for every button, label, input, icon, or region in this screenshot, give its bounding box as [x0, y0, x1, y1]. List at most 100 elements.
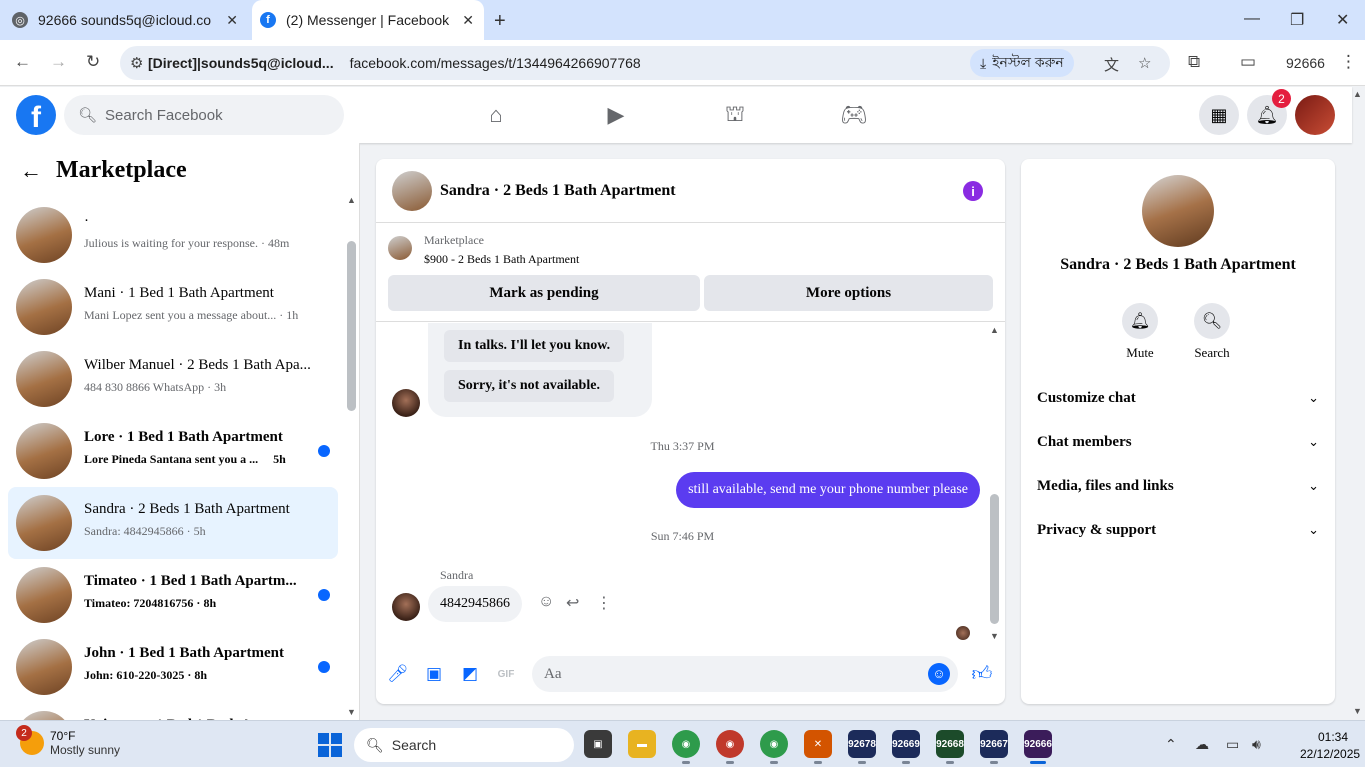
facebook-logo[interactable]: f [16, 95, 56, 135]
chevron-up-icon[interactable]: ⌃ [1165, 736, 1177, 753]
profile-label[interactable]: 92666 [1286, 55, 1325, 71]
quick-reply-button[interactable]: Sorry, it's not available. [444, 370, 614, 402]
contact-avatar[interactable] [392, 593, 420, 621]
message-timestamp: Thu 3:37 PM [650, 439, 715, 453]
message-thread: In talks. I'll let you know. Sorry, it's… [376, 323, 1005, 643]
close-tab-icon[interactable]: ✕ [462, 12, 474, 29]
chrome-icon[interactable]: ◉ [672, 730, 700, 758]
bell-icon: 🔔︎ [1255, 104, 1279, 125]
sticker-icon[interactable]: ◩ [459, 663, 481, 685]
browser-instance-icon[interactable]: 92666 [1024, 730, 1052, 758]
marketplace-icon[interactable]: ⛫ [721, 101, 749, 129]
privacy-support-section[interactable]: Privacy & support ⌄ [1037, 515, 1319, 545]
network-icon[interactable]: ▭ [1226, 736, 1239, 753]
browser-instance-icon[interactable]: 92678 [848, 730, 876, 758]
message-composer: 🎤︎ ▣ ◩ GIF Aa ☺ 👍︎ [376, 653, 1005, 695]
chat-members-section[interactable]: Chat members ⌄ [1037, 427, 1319, 457]
account-avatar[interactable] [1295, 95, 1335, 135]
quick-reply-button[interactable]: In talks. I'll let you know. [444, 330, 625, 362]
menu-grid-button[interactable]: ▦ [1199, 95, 1239, 135]
bookmark-star-icon[interactable]: ☆ [1138, 54, 1151, 72]
browser-instance-icon[interactable]: 92668 [936, 730, 964, 758]
message-input[interactable]: Aa ☺ [532, 656, 958, 692]
back-arrow-icon[interactable]: ← [20, 158, 42, 184]
scroll-down-icon[interactable]: ▼ [347, 707, 356, 717]
search-conversation-button[interactable]: 🔍︎ Search [1182, 303, 1242, 361]
running-indicator [946, 761, 954, 764]
chat-title[interactable]: Sandra · 2 Beds 1 Bath Apartment [440, 182, 676, 200]
like-thumb-icon[interactable]: 👍︎ [971, 663, 993, 685]
cloud-offline-icon[interactable]: ☁ [1195, 736, 1209, 753]
scroll-up-icon[interactable]: ▲ [347, 195, 356, 205]
back-icon[interactable]: ← [14, 52, 31, 72]
media-icon[interactable]: ▭ [1240, 52, 1256, 72]
gif-icon[interactable]: GIF [495, 663, 517, 685]
conversation-item[interactable]: Kaitanya · 1 Bed 1 Bath Apart...Kaitanya… [8, 703, 338, 720]
photo-icon[interactable]: ▣ [423, 663, 445, 685]
mark-as-pending-button[interactable]: Mark as pending [388, 275, 700, 311]
reload-icon[interactable]: ↻ [86, 52, 100, 72]
minimize-icon[interactable]: — [1244, 10, 1260, 28]
forward-icon[interactable]: → [50, 52, 67, 72]
volume-icon[interactable]: 🔊︎ [1252, 736, 1261, 753]
conversation-preview: 484 830 8866 WhatsApp · 3h [84, 380, 227, 394]
more-actions-icon[interactable]: ⋮ [596, 593, 612, 613]
react-icon[interactable]: ☺ [538, 593, 554, 611]
microphone-icon[interactable]: 🎤︎ [387, 663, 409, 685]
conversation-item[interactable]: Timateo · 1 Bed 1 Bath Apartm... Timateo:… [8, 559, 338, 631]
more-options-button[interactable]: More options [704, 275, 993, 311]
close-tab-icon[interactable]: ✕ [226, 12, 238, 29]
conversation-item[interactable]: Sandra · 2 Beds 1 Bath Apartment Sandra: … [8, 487, 338, 559]
address-bar[interactable]: ⚙ [Direct]|sounds5q@icloud... facebook.c… [120, 46, 1170, 80]
media-files-links-section[interactable]: Media, files and links ⌄ [1037, 471, 1319, 501]
conversation-item[interactable]: · Julious is waiting for your response. ·… [8, 199, 338, 271]
mute-button[interactable]: 🔔︎ Mute [1110, 303, 1170, 361]
gaming-icon[interactable]: 🎮︎ [840, 101, 868, 129]
scroll-up-icon[interactable]: ▲ [990, 325, 999, 335]
sent-message-bubble[interactable]: still available, send me your phone numb… [676, 472, 980, 508]
install-app-button[interactable]: ⤓ ইনস্টল করুন [970, 49, 1074, 77]
page-scroll-up-icon[interactable]: ▲ [1353, 89, 1362, 99]
home-icon[interactable]: ⌂ [482, 101, 510, 129]
file-explorer-icon[interactable]: ▬ [628, 730, 656, 758]
reply-icon[interactable]: ↩ [566, 593, 579, 613]
sidebar-scrollbar[interactable] [347, 241, 356, 411]
chat-thumbnail[interactable] [392, 171, 432, 211]
facebook-search-input[interactable]: 🔍︎ Search Facebook [64, 95, 344, 135]
url-text[interactable]: facebook.com/messages/t/1344964266907768 [350, 55, 641, 71]
weather-widget[interactable]: 2 70°F Mostly sunny [16, 725, 120, 757]
browser-tab-icloud[interactable]: ◎ 92666 sounds5q@icloud.co ✕ [12, 0, 248, 40]
taskbar-search[interactable]: 🔍︎ Search [354, 728, 574, 762]
task-view-icon[interactable]: ▣ [584, 730, 612, 758]
customize-chat-section[interactable]: Customize chat ⌄ [1037, 383, 1319, 413]
emoji-icon[interactable]: ☺ [928, 663, 950, 685]
translate-icon[interactable]: 文 [1104, 54, 1119, 75]
browser-tab-messenger[interactable]: f (2) Messenger | Facebook ✕ [252, 0, 484, 40]
chrome-profile-icon[interactable]: ◉ [760, 730, 788, 758]
page-scroll-down-icon[interactable]: ▼ [1353, 706, 1362, 716]
conversation-item[interactable]: John · 1 Bed 1 Bath Apartment John: 610-2… [8, 631, 338, 703]
windows-start-icon[interactable] [318, 733, 342, 757]
conversation-item[interactable]: Lore · 1 Bed 1 Bath Apartment Lore Pineda… [8, 415, 338, 487]
menu-icon[interactable]: ⋮ [1340, 52, 1357, 72]
received-message-bubble[interactable]: 4842945866 [428, 586, 522, 622]
site-info-icon[interactable]: ⚙ [130, 54, 143, 72]
listing-image[interactable] [1142, 175, 1214, 247]
new-tab-button[interactable]: + [494, 10, 506, 33]
system-clock[interactable]: 01:34 22/12/2025 [1300, 730, 1360, 761]
scroll-down-icon[interactable]: ▼ [990, 631, 999, 641]
chrome-profile-icon[interactable]: ◉ [716, 730, 744, 758]
chat-scrollbar[interactable] [990, 494, 999, 624]
browser-instance-icon[interactable]: 92669 [892, 730, 920, 758]
conversation-item[interactable]: Mani · 1 Bed 1 Bath Apartment Mani Lopez … [8, 271, 338, 343]
maximize-icon[interactable]: ❐ [1290, 10, 1304, 30]
extensions-icon[interactable]: ⧉ [1188, 52, 1200, 72]
conversation-item[interactable]: Wilber Manuel · 2 Beds 1 Bath Apa... 484 … [8, 343, 338, 415]
info-icon[interactable]: i [963, 181, 983, 201]
contact-avatar[interactable] [392, 389, 420, 417]
video-icon[interactable]: ▶ [602, 101, 630, 129]
browser-instance-icon[interactable]: 92667 [980, 730, 1008, 758]
listing-title[interactable]: $900 - 2 Beds 1 Bath Apartment [424, 252, 579, 267]
app-icon[interactable]: ✕ [804, 730, 832, 758]
close-window-icon[interactable]: ✕ [1336, 10, 1349, 30]
